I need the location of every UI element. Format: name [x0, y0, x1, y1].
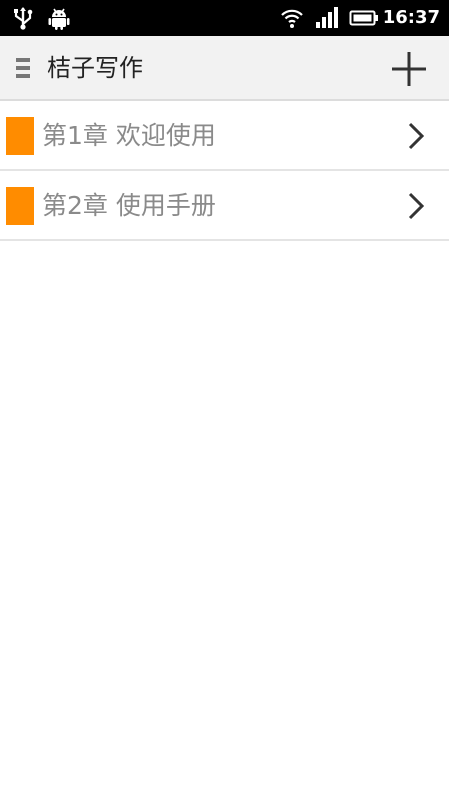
- status-bar: 16:37: [0, 0, 449, 36]
- wifi-icon: [281, 9, 303, 28]
- chevron-right-icon: [408, 122, 425, 150]
- signal-icon: [316, 7, 338, 28]
- chapter-item[interactable]: 第2章 使用手册: [0, 171, 449, 241]
- hamburger-menu-icon[interactable]: [16, 58, 32, 80]
- plus-icon: [392, 52, 426, 86]
- usb-icon: [14, 7, 33, 30]
- page-title: 桔子写作: [47, 54, 143, 82]
- android-debug-icon: [48, 8, 70, 30]
- chapter-list: 第1章 欢迎使用 第2章 使用手册: [0, 101, 449, 241]
- app-bar: 桔子写作: [0, 36, 449, 101]
- add-chapter-button[interactable]: [389, 49, 429, 89]
- chevron-right-icon: [408, 192, 425, 220]
- chapter-color-marker: [6, 117, 34, 155]
- chapter-title: 第1章 欢迎使用: [42, 121, 216, 150]
- chapter-color-marker: [6, 187, 34, 225]
- chapter-item[interactable]: 第1章 欢迎使用: [0, 101, 449, 171]
- battery-icon: [349, 10, 378, 26]
- chapter-title: 第2章 使用手册: [42, 191, 216, 220]
- status-time: 16:37: [382, 7, 440, 28]
